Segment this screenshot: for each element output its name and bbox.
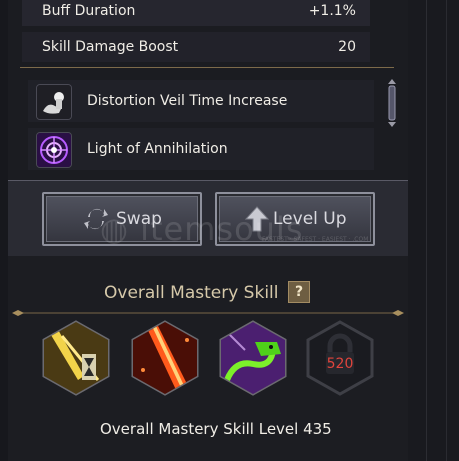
ornament-divider xyxy=(12,310,404,316)
skill-list[interactable]: Distortion Veil Time Increase Light of A… xyxy=(28,78,384,178)
stat-label: Skill Damage Boost xyxy=(42,39,179,55)
list-item-label: Light of Annihilation xyxy=(87,141,228,157)
panel-side-frame xyxy=(408,0,459,461)
watermark-tagline: FASTEST · SAFEST · EASIEST · .COM xyxy=(262,236,369,243)
mastery-level-text: Overall Mastery Skill Level 435 xyxy=(100,420,332,438)
stat-row-skill-damage-boost: Skill Damage Boost 20 xyxy=(22,32,370,62)
stat-value: +1.1% xyxy=(308,3,356,19)
purple-sigil-icon xyxy=(36,132,72,168)
fire-slash-icon[interactable] xyxy=(127,320,203,396)
help-icon[interactable]: ? xyxy=(288,281,310,303)
list-item-distortion-veil[interactable]: Distortion Veil Time Increase xyxy=(28,80,374,122)
hourglass-blade-icon[interactable] xyxy=(38,320,114,396)
mastery-title: Overall Mastery Skill xyxy=(104,283,279,303)
serpent-icon[interactable] xyxy=(215,320,291,396)
list-scrollbar[interactable] xyxy=(385,78,399,128)
locked-value: 520 xyxy=(327,356,354,372)
gold-divider xyxy=(20,67,394,68)
lock-icon[interactable]: 520 xyxy=(302,320,378,396)
stat-label: Buff Duration xyxy=(42,3,136,19)
list-item-label: Distortion Veil Time Increase xyxy=(87,93,288,109)
stat-row-buff-duration: Buff Duration +1.1% xyxy=(22,0,370,26)
list-item-light-of-annihilation[interactable]: Light of Annihilation xyxy=(28,128,374,170)
stat-value: 20 xyxy=(338,39,356,55)
pestle-icon xyxy=(36,84,72,120)
